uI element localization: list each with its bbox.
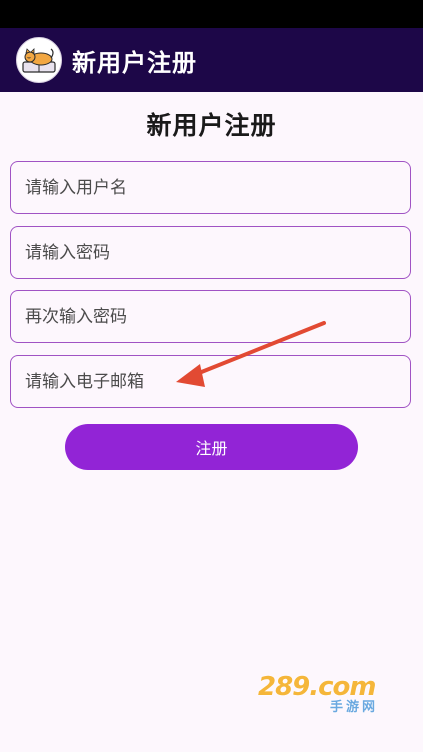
- cat-sleeping-on-book-icon: [16, 37, 62, 83]
- app-bar-title: 新用户注册: [72, 48, 197, 77]
- confirm-password-input[interactable]: [11, 291, 410, 342]
- email-input[interactable]: [11, 356, 410, 407]
- username-input[interactable]: [11, 162, 410, 213]
- username-field-box: [10, 161, 411, 214]
- status-bar: [0, 0, 423, 28]
- password-input[interactable]: [11, 227, 410, 278]
- page-title: 新用户注册: [146, 111, 277, 140]
- watermark-subtitle: 手游网: [330, 700, 379, 715]
- app-bar: 新用户注册: [0, 28, 423, 92]
- register-button[interactable]: 注册: [65, 424, 358, 470]
- watermark: 289.com 手游网: [258, 672, 408, 716]
- email-field-box: [10, 355, 411, 408]
- confirm-password-field-box: [10, 290, 411, 343]
- password-field-box: [10, 226, 411, 279]
